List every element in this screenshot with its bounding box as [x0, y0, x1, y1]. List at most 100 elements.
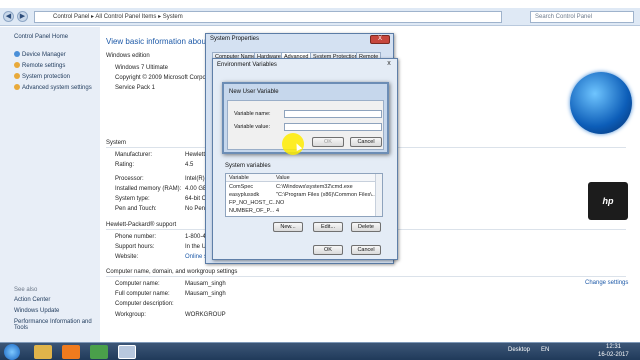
- change-settings-link[interactable]: Change settings: [585, 280, 628, 286]
- row-value: 4.00 GB: [185, 186, 208, 192]
- variable-cell: easyplussdk: [229, 192, 260, 198]
- edition-text: Windows 7 Ultimate: [115, 65, 169, 71]
- row-value: 1-800-4: [185, 234, 206, 240]
- row-value: Mausam_singh: [185, 281, 226, 287]
- ok-button[interactable]: OK: [312, 137, 344, 147]
- dialog-title: System Properties: [210, 36, 260, 42]
- row-label: Pen and Touch:: [115, 206, 157, 212]
- cancel-button[interactable]: Cancel: [350, 137, 382, 147]
- value-cell: 4: [276, 208, 280, 214]
- row-label: Computer name:: [115, 281, 160, 287]
- link-label: Remote settings: [22, 63, 66, 69]
- forward-icon[interactable]: ▶: [17, 11, 28, 22]
- breadcrumb-item[interactable]: System: [163, 14, 183, 20]
- search-input[interactable]: Search Control Panel: [530, 11, 634, 23]
- value-cell: C:\Windows\system32\cmd.exe: [276, 184, 353, 190]
- variable-name-label: Variable name:: [234, 111, 271, 117]
- shield-icon: [14, 62, 20, 68]
- device-manager-icon: [14, 51, 20, 57]
- system-variables-title: System variables: [225, 163, 271, 169]
- row-label: Full computer name:: [115, 291, 170, 297]
- section-title: Windows edition: [106, 53, 150, 59]
- close-button[interactable]: X: [370, 35, 390, 44]
- dialog-title: Environment Variables: [217, 62, 277, 68]
- clock-time[interactable]: 12:31: [606, 344, 621, 350]
- clock-date[interactable]: 16-02-2017: [598, 352, 629, 358]
- row-value: WORKGROUP: [185, 312, 226, 318]
- section-title: Computer name, domain, and workgroup set…: [106, 269, 238, 275]
- link-label: System protection: [22, 74, 71, 80]
- variable-value-field[interactable]: [284, 123, 382, 131]
- action-center-link[interactable]: Action Center: [14, 297, 50, 303]
- row-label: Rating:: [115, 162, 135, 168]
- column-header: Variable: [229, 175, 249, 181]
- desktop-toolbar[interactable]: Desktop: [508, 347, 530, 353]
- remote-settings-link[interactable]: Remote settings: [14, 62, 65, 69]
- back-icon[interactable]: ◀: [3, 11, 14, 22]
- see-also-title: See also: [14, 287, 38, 293]
- link-label: Device Manager: [22, 52, 66, 58]
- system-variables-table[interactable]: Variable Value ComSpec C:\Windows\system3…: [225, 173, 383, 217]
- advanced-settings-link[interactable]: Advanced system settings: [14, 84, 92, 91]
- row-label: Phone number:: [115, 234, 157, 240]
- device-manager-link[interactable]: Device Manager: [14, 51, 66, 58]
- row-value: Intel(R): [185, 176, 205, 182]
- row-label: Workgroup:: [115, 312, 146, 318]
- shield-icon: [14, 73, 20, 79]
- section-title: Hewlett-Packard® support: [106, 222, 177, 228]
- taskbar: Desktop EN 12:31 16-02-2017: [0, 342, 640, 360]
- breadcrumb-item[interactable]: All Control Panel Items: [95, 14, 156, 20]
- row-value: Hewlett: [185, 152, 206, 158]
- variable-value-label: Variable value:: [234, 124, 270, 130]
- cancel-button[interactable]: Cancel: [351, 245, 381, 255]
- performance-link[interactable]: Performance Information and Tools: [14, 319, 94, 331]
- address-bar: ◀ ▶ Control Panel ▸ All Control Panel It…: [0, 8, 640, 26]
- control-panel-home-link[interactable]: Control Panel Home: [14, 34, 68, 40]
- section-title: System: [106, 140, 127, 146]
- row-label: Support hours:: [115, 244, 155, 250]
- breadcrumb-item[interactable]: Control Panel: [53, 14, 89, 20]
- value-cell: "C:\Program Files (x86)\Common Files\...: [276, 192, 376, 198]
- row-label: Manufacturer:: [115, 152, 153, 158]
- vlc-icon[interactable]: [62, 345, 80, 359]
- row-value: In the U: [185, 244, 207, 250]
- row-label: Processor:: [115, 176, 144, 182]
- start-button[interactable]: [4, 344, 20, 360]
- link-label: Advanced system settings: [22, 85, 92, 91]
- dialog-title: New User Variable: [229, 89, 279, 95]
- hp-chip-logo: hp: [588, 182, 628, 220]
- close-button[interactable]: x: [384, 60, 394, 68]
- dialog-body: Variable name: Variable value: OK Cancel: [227, 100, 384, 150]
- app-icon[interactable]: [90, 345, 108, 359]
- scrollbar[interactable]: [375, 174, 382, 216]
- rating-badge[interactable]: 4.5: [185, 162, 193, 168]
- new-user-variable-dialog: New User Variable Variable name: Variabl…: [222, 82, 389, 154]
- row-value: No Pen: [185, 206, 206, 212]
- variable-cell: FP_NO_HOST_C...: [229, 200, 278, 206]
- breadcrumb[interactable]: Control Panel ▸ All Control Panel Items …: [34, 11, 502, 23]
- row-label: Computer description:: [115, 301, 174, 307]
- ok-button[interactable]: OK: [313, 245, 343, 255]
- service-pack-text: Service Pack 1: [115, 85, 156, 91]
- row-label: Website:: [115, 254, 139, 260]
- windows-logo-icon: [570, 72, 632, 134]
- delete-button[interactable]: Delete: [351, 222, 381, 232]
- windows-update-link[interactable]: Windows Update: [14, 308, 59, 314]
- value-cell: NO: [276, 200, 285, 206]
- shield-icon: [14, 84, 20, 90]
- edit-button[interactable]: Edit...: [313, 222, 343, 232]
- column-header: Value: [276, 175, 290, 181]
- control-panel-icon[interactable]: [118, 345, 136, 359]
- new-button[interactable]: New...: [273, 222, 303, 232]
- row-label: Installed memory (RAM):: [115, 186, 182, 192]
- variable-cell: ComSpec: [229, 184, 254, 190]
- variable-name-field[interactable]: [284, 110, 382, 118]
- variable-cell: NUMBER_OF_P...: [229, 208, 275, 214]
- system-protection-link[interactable]: System protection: [14, 73, 70, 80]
- row-value: Mausam_singh: [185, 291, 226, 297]
- divider: [106, 276, 626, 277]
- explorer-icon[interactable]: [34, 345, 52, 359]
- language-indicator[interactable]: EN: [541, 347, 549, 353]
- table-header: Variable Value: [226, 174, 376, 182]
- row-label: System type:: [115, 196, 150, 202]
